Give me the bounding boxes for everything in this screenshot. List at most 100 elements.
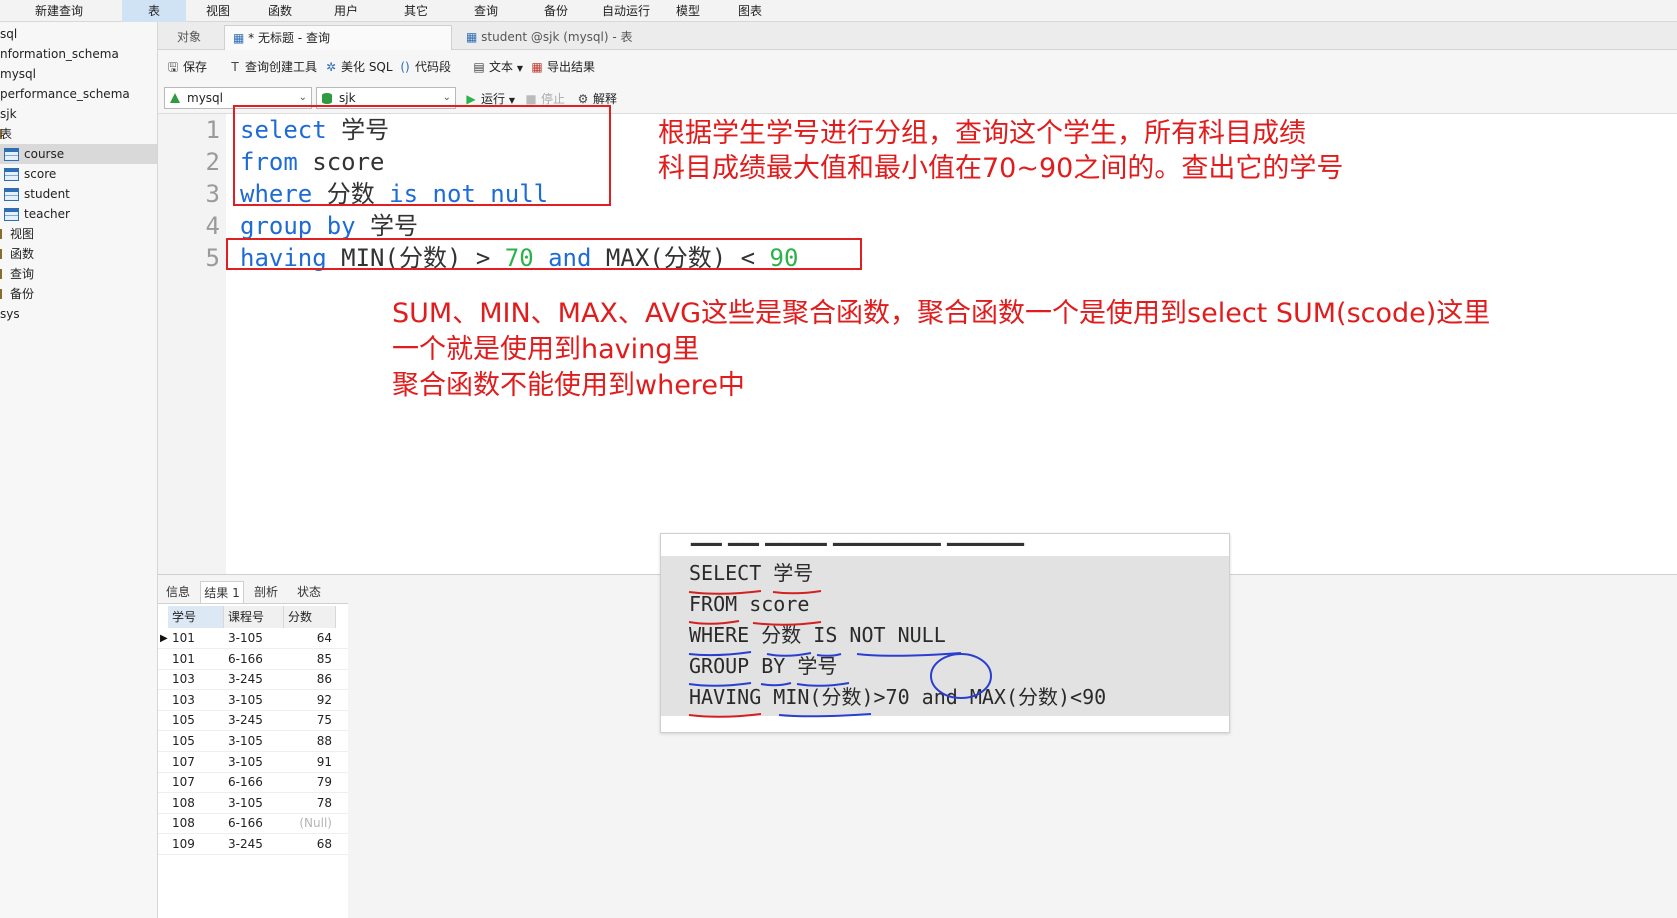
table-row[interactable]: 109 3-245 68 (158, 834, 348, 855)
annotation-top-line2: 科目成绩最大值和最小值在70~90之间的。查出它的学号 (658, 153, 1344, 184)
table-row[interactable]: 107 3-105 91 (158, 752, 348, 773)
table-cell[interactable]: 75 (288, 710, 332, 731)
tab-objects[interactable]: 对象 (158, 25, 220, 50)
table-cell[interactable]: 6-166 (228, 649, 280, 670)
table-cell[interactable]: 105 (172, 731, 220, 752)
menu-item-7[interactable]: 备份 (528, 0, 584, 22)
export-results-button[interactable]: ▦ 导出结果 (530, 57, 595, 77)
table-cell[interactable]: 108 (172, 813, 220, 834)
menu-item-0[interactable]: 新建查询 (24, 0, 94, 22)
table-row[interactable]: 101 6-166 85 (158, 649, 348, 670)
table-cell[interactable]: 103 (172, 690, 220, 711)
code-snippet-button[interactable]: () 代码段 (398, 57, 451, 77)
table-cell[interactable]: 103 (172, 669, 220, 690)
sidebar-item-score[interactable]: score (0, 164, 157, 184)
sidebar-item-函数[interactable]: 函数 (0, 244, 157, 264)
table-cell[interactable]: 3-105 (228, 793, 280, 814)
table-cell[interactable]: 6-166 (228, 813, 280, 834)
table-row[interactable]: 103 3-245 86 (158, 669, 348, 691)
menu-item-6[interactable]: 查询 (458, 0, 514, 22)
table-row[interactable]: 108 6-166 (Null) (158, 813, 348, 835)
save-button[interactable]: 🖫 保存 (166, 57, 207, 77)
table-cell[interactable]: 85 (288, 649, 332, 670)
explain-label: 解释 (593, 92, 618, 106)
line-number: 5 (205, 244, 220, 272)
row-pointer-icon: ▶ (160, 633, 168, 644)
table-cell[interactable]: 101 (172, 649, 220, 670)
results-grid[interactable]: 学号 课程号 分数 ▶ 101 3-105 64 101 6-166 85 103 3-245 86 10… (158, 603, 348, 918)
menu-item-5[interactable]: 其它 (388, 0, 444, 22)
table-row[interactable]: 108 3-105 78 (158, 793, 348, 814)
results-tab-0[interactable]: 信息 (158, 581, 198, 603)
table-cell[interactable]: 3-105 (228, 752, 280, 773)
table-cell[interactable]: 78 (288, 793, 332, 814)
table-row[interactable]: 105 3-245 75 (158, 710, 348, 732)
column-header[interactable]: 课程号 (224, 606, 284, 628)
sidebar-item-label: teacher (24, 207, 70, 221)
sidebar-item-nformation_schema[interactable]: nformation_schema (0, 44, 157, 64)
sidebar-item-查询[interactable]: 查询 (0, 264, 157, 284)
table-row[interactable]: ▶ 101 3-105 64 (158, 628, 348, 649)
sidebar-item-备份[interactable]: 备份 (0, 284, 157, 304)
sidebar-item-student[interactable]: student (0, 184, 157, 204)
sidebar-item-sql[interactable]: sql (0, 24, 157, 44)
table-cell[interactable]: 3-105 (228, 628, 280, 649)
table-row[interactable]: 103 3-105 92 (158, 690, 348, 711)
table-cell[interactable]: 109 (172, 834, 220, 855)
table-cell[interactable]: 105 (172, 710, 220, 731)
results-tab-2[interactable]: 剖析 (246, 581, 286, 603)
sql-editor[interactable]: 12345 select 学号 from score where 分数 is not… (158, 105, 1677, 574)
sidebar-item-表[interactable]: 表 (0, 124, 157, 144)
tab-table[interactable]: ▦ student @sjk (mysql) - 表 (458, 25, 698, 50)
table-cell[interactable]: (Null) (288, 813, 332, 834)
column-header[interactable]: 学号 (168, 606, 224, 628)
table-cell[interactable]: 101 (172, 628, 220, 649)
table-cell[interactable]: 88 (288, 731, 332, 752)
sidebar-item-视图[interactable]: 视图 (0, 224, 157, 244)
menu-item-2[interactable]: 视图 (190, 0, 246, 22)
object-tree-sidebar: sql nformation_schema mysql performance_sch… (0, 22, 158, 918)
table-cell[interactable]: 68 (288, 834, 332, 855)
sidebar-item-sys[interactable]: sys (0, 304, 157, 324)
table-cell[interactable]: 107 (172, 752, 220, 773)
table-row[interactable]: 105 3-105 88 (158, 731, 348, 752)
table-cell[interactable]: 86 (288, 669, 332, 690)
menu-item-8[interactable]: 自动运行 (590, 0, 662, 22)
table-cell[interactable]: 3-105 (228, 690, 280, 711)
table-cell[interactable]: 92 (288, 690, 332, 711)
sidebar-item-sjk[interactable]: sjk (0, 104, 157, 124)
menu-item-3[interactable]: 函数 (252, 0, 308, 22)
column-header[interactable]: 分数 (284, 606, 336, 628)
table-cell[interactable]: 107 (172, 772, 220, 793)
sidebar-item-performance_schema[interactable]: performance_schema (0, 84, 157, 104)
sidebar-item-course[interactable]: course (0, 144, 157, 164)
connection-icon (170, 93, 180, 103)
text-mode-button[interactable]: ▤ 文本 ▼ (472, 57, 523, 77)
sidebar-item-teacher[interactable]: teacher (0, 204, 157, 224)
query-builder-button[interactable]: T 查询创建工具 (228, 57, 317, 77)
table-cell[interactable]: 6-166 (228, 772, 280, 793)
menu-item-4[interactable]: 用户 (318, 0, 374, 22)
sidebar-item-mysql[interactable]: mysql (0, 64, 157, 84)
table-cell[interactable]: 3-245 (228, 669, 280, 690)
table-cell[interactable]: 91 (288, 752, 332, 773)
magic-wand-icon: ✲ (325, 60, 337, 74)
sidebar-item-label: 表 (0, 127, 13, 141)
table-row[interactable]: 107 6-166 79 (158, 772, 348, 794)
table-cell[interactable]: 3-105 (228, 731, 280, 752)
tab-query[interactable]: ▦ * 无标题 - 查询 (224, 25, 452, 50)
beautify-sql-button[interactable]: ✲ 美化 SQL (324, 57, 393, 77)
table-cell[interactable]: 79 (288, 772, 332, 793)
table-cell[interactable]: 64 (288, 628, 332, 649)
save-label: 保存 (183, 60, 208, 74)
results-tab-1[interactable]: 结果 1 (200, 581, 244, 603)
results-tab-3[interactable]: 状态 (288, 581, 330, 603)
run-label: 运行 (481, 92, 506, 106)
sidebar-item-label: 备份 (10, 287, 35, 301)
table-cell[interactable]: 3-245 (228, 834, 280, 855)
table-cell[interactable]: 3-245 (228, 710, 280, 731)
menu-item-9[interactable]: 模型 (660, 0, 716, 22)
menu-item-1[interactable]: 表 (122, 0, 186, 22)
menu-item-10[interactable]: 图表 (722, 0, 778, 22)
table-cell[interactable]: 108 (172, 793, 220, 814)
